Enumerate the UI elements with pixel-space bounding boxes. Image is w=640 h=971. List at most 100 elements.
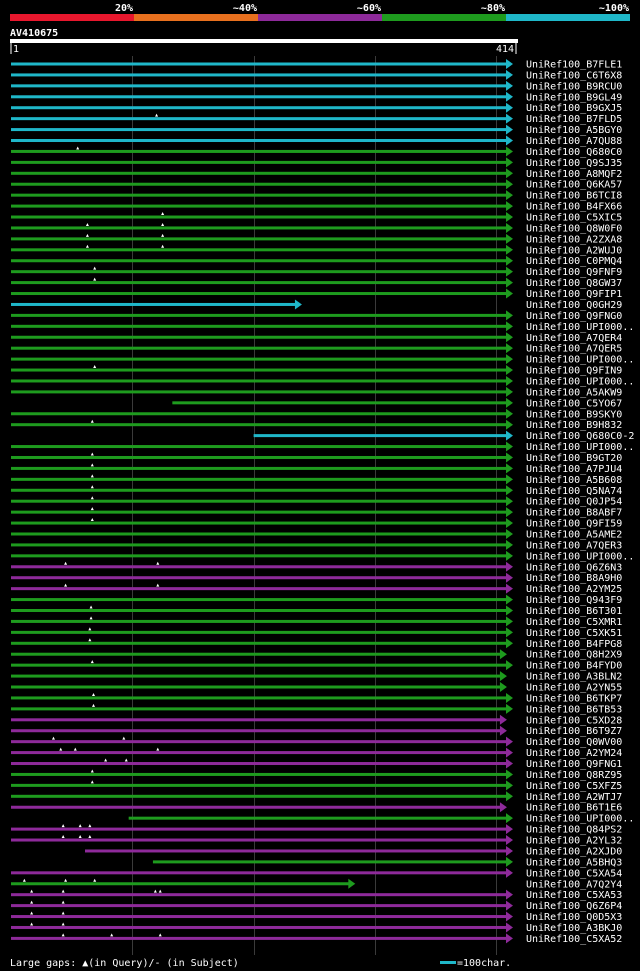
hit-row[interactable]: UniRef100_B6T1E6 xyxy=(11,802,622,814)
hit-bar[interactable] xyxy=(11,630,507,634)
hit-bar[interactable] xyxy=(11,335,507,339)
hit-row[interactable]: UniRef100_Q9FNF9 xyxy=(11,266,622,279)
hit-bar[interactable] xyxy=(11,521,507,525)
hit-bar[interactable] xyxy=(11,259,507,263)
hit-row[interactable]: UniRef100_Q943F9 xyxy=(11,594,622,607)
hit-label[interactable]: UniRef100_Q0D5X3 xyxy=(526,912,622,923)
hit-row[interactable]: UniRef100_A8MQF2 xyxy=(11,168,622,180)
hit-row[interactable]: UniRef100_Q9FI59 xyxy=(11,518,622,530)
hit-label[interactable]: UniRef100_C5XFZ5 xyxy=(526,781,622,792)
hit-bar[interactable] xyxy=(11,729,501,733)
hit-bar[interactable] xyxy=(11,805,501,809)
hit-bar[interactable] xyxy=(11,554,507,558)
hit-bar[interactable] xyxy=(11,925,507,929)
hit-label[interactable]: UniRef100_UPI000.. xyxy=(526,551,634,562)
hit-bar[interactable] xyxy=(11,783,507,787)
hit-label[interactable]: UniRef100_C5XD28 xyxy=(526,715,622,726)
hit-row[interactable]: UniRef100_UPI000.. xyxy=(11,441,634,454)
hit-label[interactable]: UniRef100_B6TB53 xyxy=(526,704,622,715)
hit-bar[interactable] xyxy=(11,652,501,656)
hit-label[interactable]: UniRef100_Q0WV00 xyxy=(526,737,622,748)
hit-bar[interactable] xyxy=(11,718,501,722)
hit-label[interactable]: UniRef100_UPI000.. xyxy=(526,442,634,453)
hit-label[interactable]: UniRef100_B6T1E6 xyxy=(526,803,622,814)
hit-label[interactable]: UniRef100_Q6KA57 xyxy=(526,180,622,191)
hit-bar[interactable] xyxy=(11,466,507,470)
hit-row[interactable]: UniRef100_Q9SJ35 xyxy=(11,157,622,169)
hit-bar[interactable] xyxy=(11,106,507,110)
hit-label[interactable]: UniRef100_C5XA54 xyxy=(526,868,622,879)
hit-bar[interactable] xyxy=(11,619,507,623)
hit-label[interactable]: UniRef100_UPI000.. xyxy=(526,376,634,387)
hit-label[interactable]: UniRef100_Q9FNF9 xyxy=(526,267,622,278)
hit-label[interactable]: UniRef100_B7FLD5 xyxy=(526,114,622,125)
hit-label[interactable]: UniRef100_Q84PS2 xyxy=(526,825,622,836)
hit-bar[interactable] xyxy=(11,149,507,153)
hit-row[interactable]: UniRef100_UPI000.. xyxy=(11,321,634,333)
hit-bar[interactable] xyxy=(11,292,507,296)
hit-label[interactable]: UniRef100_B8A9H0 xyxy=(526,573,622,584)
hit-bar[interactable] xyxy=(11,390,507,394)
hit-bar[interactable] xyxy=(11,412,507,416)
hit-row[interactable]: UniRef100_A2ZXA8 xyxy=(11,233,622,246)
hit-bar[interactable] xyxy=(11,423,507,427)
hit-label[interactable]: UniRef100_Q8W0F0 xyxy=(526,223,622,234)
hit-bar[interactable] xyxy=(11,84,507,88)
hit-label[interactable]: UniRef100_Q8GW37 xyxy=(526,278,622,289)
hit-row[interactable]: UniRef100_Q9FIN9 xyxy=(11,365,622,377)
hit-label[interactable]: UniRef100_B7FLE1 xyxy=(526,60,622,71)
hit-bar[interactable] xyxy=(11,510,507,514)
hit-label[interactable]: UniRef100_A5B608 xyxy=(526,475,622,486)
hit-row[interactable]: UniRef100_Q5NA74 xyxy=(11,485,622,497)
hit-row[interactable]: UniRef100_A3BLN2 xyxy=(11,671,622,683)
hit-label[interactable]: UniRef100_C5XIC5 xyxy=(526,213,622,224)
hit-label[interactable]: UniRef100_A3BLN2 xyxy=(526,672,622,683)
hit-row[interactable]: UniRef100_A5BHQ3 xyxy=(152,856,622,869)
hit-label[interactable]: UniRef100_A2ZXA8 xyxy=(526,234,622,245)
hit-bar[interactable] xyxy=(11,794,507,798)
hit-label[interactable]: UniRef100_A3BKJ0 xyxy=(526,923,622,934)
hit-bar[interactable] xyxy=(11,762,507,766)
hit-label[interactable]: UniRef100_B9GT20 xyxy=(526,453,622,464)
hit-bar[interactable] xyxy=(11,324,507,328)
hit-bar[interactable] xyxy=(11,139,507,143)
hit-label[interactable]: UniRef100_Q943F9 xyxy=(526,595,622,606)
hit-label[interactable]: UniRef100_C5YO67 xyxy=(526,398,622,409)
hit-label[interactable]: UniRef100_C0PMQ4 xyxy=(526,256,622,267)
hit-bar[interactable] xyxy=(11,171,507,175)
hit-bar[interactable] xyxy=(11,270,507,274)
hit-row[interactable]: UniRef100_A5B608 xyxy=(11,474,622,486)
hit-row[interactable]: UniRef100_B4FPG8 xyxy=(11,638,622,650)
hit-label[interactable]: UniRef100_A7QER3 xyxy=(526,540,622,551)
hit-row[interactable]: UniRef100_B6T301 xyxy=(11,605,622,618)
hit-row[interactable]: UniRef100_UPI000.. xyxy=(128,813,635,825)
hit-bar[interactable] xyxy=(11,182,507,186)
hit-label[interactable]: UniRef100_Q6Z6N3 xyxy=(526,562,622,573)
hit-row[interactable]: UniRef100_A2YL32 xyxy=(11,835,622,847)
hit-label[interactable]: UniRef100_Q0GH29 xyxy=(526,300,622,311)
hit-label[interactable]: UniRef100_B9RCU0 xyxy=(526,81,622,92)
hit-bar[interactable] xyxy=(11,598,507,602)
hit-bar[interactable] xyxy=(11,565,507,569)
hit-bar[interactable] xyxy=(11,499,507,503)
hit-bar[interactable] xyxy=(11,543,507,547)
hit-bar[interactable] xyxy=(11,882,350,886)
hit-row[interactable]: UniRef100_A7QER3 xyxy=(11,539,622,552)
hit-bar[interactable] xyxy=(11,248,507,252)
hit-row[interactable]: UniRef100_Q0WV00 xyxy=(11,736,622,749)
hit-label[interactable]: UniRef100_UPI000.. xyxy=(526,322,634,333)
hit-label[interactable]: UniRef100_C5XMR1 xyxy=(526,617,622,628)
hit-bar[interactable] xyxy=(11,62,507,66)
hit-row[interactable]: UniRef100_Q8RZ95 xyxy=(11,769,622,781)
hit-row[interactable]: UniRef100_C5XFZ5 xyxy=(11,780,622,792)
hit-label[interactable]: UniRef100_B6TCI8 xyxy=(526,191,622,202)
hit-row[interactable]: UniRef100_B9H832 xyxy=(11,419,622,432)
hit-label[interactable]: UniRef100_A5BHQ3 xyxy=(526,857,622,868)
hit-label[interactable]: UniRef100_A2YL32 xyxy=(526,836,622,847)
hit-row[interactable]: UniRef100_A2WTJ7 xyxy=(11,791,622,803)
hit-row[interactable]: UniRef100_Q6Z6P4 xyxy=(11,900,622,913)
hit-row[interactable]: UniRef100_Q9FNG0 xyxy=(11,310,622,322)
hit-bar[interactable] xyxy=(11,740,507,744)
hit-row[interactable]: UniRef100_C5XA54 xyxy=(11,867,622,880)
hit-bar[interactable] xyxy=(11,357,507,361)
